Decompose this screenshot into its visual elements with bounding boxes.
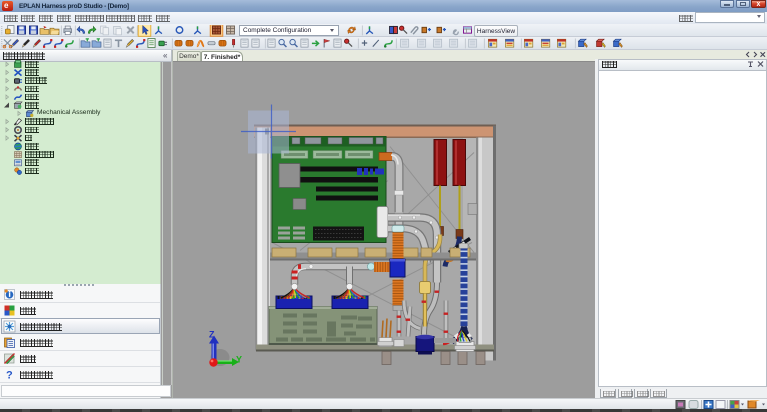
- svg-text:?: ?: [6, 370, 13, 382]
- svg-text:Y: Y: [236, 354, 242, 364]
- svg-text:Z: Z: [209, 329, 215, 339]
